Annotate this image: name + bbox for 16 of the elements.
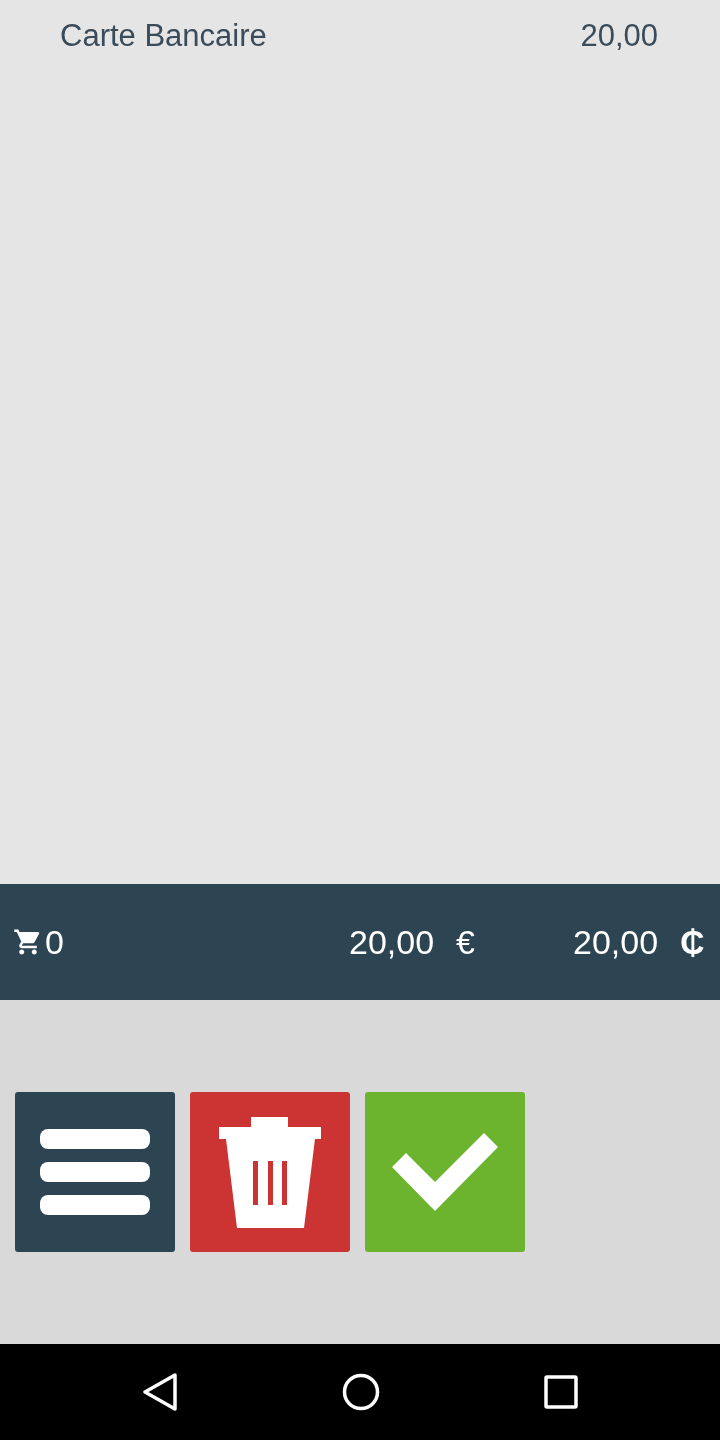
menu-button[interactable] (15, 1092, 175, 1252)
confirm-button[interactable] (365, 1092, 525, 1252)
trash-icon (219, 1116, 321, 1228)
menu-icon (40, 1129, 150, 1215)
payment-amount: 20,00 (580, 18, 658, 54)
total-amount: 20,00 (349, 922, 435, 962)
home-icon[interactable] (342, 1373, 380, 1411)
item-count: 0 (45, 922, 64, 962)
paid-amount: 20,00 (573, 922, 659, 962)
check-icon (392, 1133, 498, 1211)
currency-symbol: € (456, 922, 475, 962)
delete-button[interactable] (190, 1092, 350, 1252)
currency-symbol: ₵ (680, 922, 705, 962)
back-icon[interactable] (142, 1373, 178, 1411)
recents-icon[interactable] (544, 1375, 578, 1409)
payment-method: Carte Bancaire (60, 18, 267, 54)
